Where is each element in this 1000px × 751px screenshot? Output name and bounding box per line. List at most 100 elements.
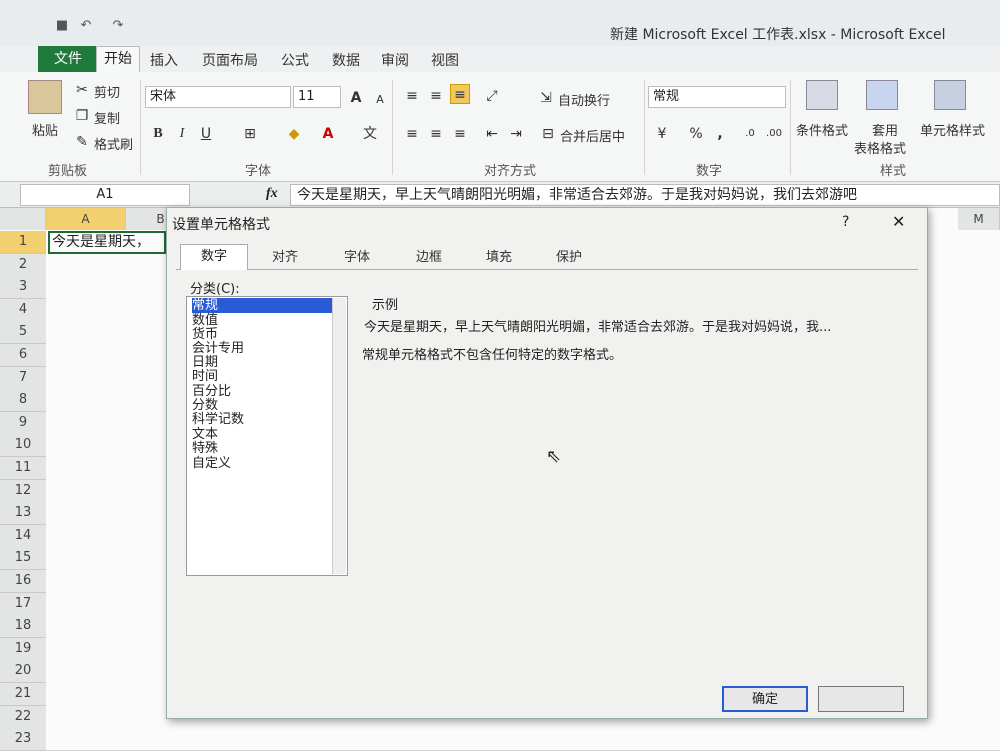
row-header[interactable]: 20 <box>0 660 46 684</box>
row-header[interactable]: 2 <box>0 253 46 277</box>
ok-button[interactable]: 确定 <box>722 686 808 712</box>
cell-styles-icon[interactable] <box>934 80 966 110</box>
cell-styles-button[interactable]: 单元格样式 <box>920 120 985 139</box>
row-header[interactable]: 22 <box>0 705 46 729</box>
tab-data[interactable]: 数据 <box>332 50 360 70</box>
category-accounting[interactable]: 会计专用 <box>192 341 332 356</box>
category-scientific[interactable]: 科学记数 <box>192 412 332 427</box>
category-date[interactable]: 日期 <box>192 355 332 370</box>
tab-alignment[interactable]: 对齐 <box>272 248 298 270</box>
row-header[interactable]: 15 <box>0 547 46 571</box>
font-name-select[interactable]: 宋体 <box>145 86 291 108</box>
category-time[interactable]: 时间 <box>192 369 332 384</box>
help-button[interactable]: ? <box>842 214 849 230</box>
category-fraction[interactable]: 分数 <box>192 398 332 413</box>
list-scrollbar[interactable] <box>332 298 346 574</box>
align-top-icon[interactable]: ≡ <box>402 86 422 106</box>
row-header[interactable]: 1 <box>0 231 46 254</box>
row-header[interactable]: 7 <box>0 366 46 390</box>
tab-fill[interactable]: 填充 <box>486 248 512 270</box>
percent-button[interactable]: % <box>686 124 706 144</box>
tab-font[interactable]: 字体 <box>344 248 370 270</box>
font-color-icon[interactable]: A <box>318 124 338 144</box>
grow-font-icon[interactable]: A <box>346 88 366 108</box>
cut-button[interactable]: 剪切 <box>94 82 120 101</box>
row-header[interactable]: 6 <box>0 344 46 367</box>
tab-formulas[interactable]: 公式 <box>281 50 309 70</box>
align-bottom-icon[interactable]: ≡ <box>450 84 470 104</box>
tab-file[interactable]: 文件 <box>38 46 98 72</box>
row-header[interactable]: 21 <box>0 683 46 706</box>
formula-input[interactable]: 今天是星期天，早上天气晴朗阳光明媚，非常适合去郊游。于是我对妈妈说，我们去郊游吧 <box>290 184 1000 206</box>
align-middle-icon[interactable]: ≡ <box>426 86 446 106</box>
comma-button[interactable]: , <box>710 124 730 144</box>
row-header[interactable]: 12 <box>0 479 46 503</box>
select-all-corner[interactable] <box>0 208 46 230</box>
border-icon[interactable]: ⊞ <box>240 124 260 144</box>
wrap-text-button[interactable]: 自动换行 <box>558 90 610 109</box>
decrease-decimal-icon[interactable]: .00 <box>764 124 784 144</box>
tab-border[interactable]: 边框 <box>416 248 442 270</box>
tab-protection[interactable]: 保护 <box>556 248 582 270</box>
cell-a1[interactable]: 今天是星期天， <box>48 231 166 254</box>
category-percentage[interactable]: 百分比 <box>192 384 332 399</box>
row-header[interactable]: 9 <box>0 411 46 435</box>
redo-icon[interactable]: ↷ <box>110 18 126 34</box>
function-icon[interactable]: fx <box>266 186 278 202</box>
bold-button[interactable]: B <box>148 124 168 144</box>
row-header[interactable]: 4 <box>0 298 46 322</box>
row-header[interactable]: 5 <box>0 321 46 345</box>
font-size-select[interactable]: 11 <box>293 86 341 108</box>
italic-button[interactable]: I <box>172 124 192 144</box>
fill-color-icon[interactable]: ◆ <box>284 124 304 144</box>
underline-button[interactable]: U <box>196 124 216 144</box>
name-box[interactable]: A1 <box>20 184 190 206</box>
row-header[interactable]: 23 <box>0 728 46 751</box>
column-header-m[interactable]: M <box>958 208 1000 230</box>
category-number[interactable]: 数值 <box>192 313 332 328</box>
conditional-format-button[interactable]: 条件格式 <box>796 120 848 139</box>
currency-icon[interactable]: ¥ <box>652 124 672 144</box>
phonetic-icon[interactable]: 文 <box>360 124 380 144</box>
category-currency[interactable]: 货币 <box>192 327 332 342</box>
category-special[interactable]: 特殊 <box>192 441 332 456</box>
row-header[interactable]: 17 <box>0 592 46 616</box>
row-header[interactable]: 8 <box>0 389 46 413</box>
decrease-indent-icon[interactable]: ⇤ <box>482 124 502 144</box>
save-icon[interactable]: ■ <box>54 18 70 34</box>
row-header[interactable]: 14 <box>0 524 46 548</box>
row-header[interactable]: 3 <box>0 276 46 300</box>
close-button[interactable]: ✕ <box>892 212 905 231</box>
column-header-a[interactable]: A <box>46 208 126 230</box>
conditional-format-icon[interactable] <box>806 80 838 110</box>
table-format-label-1[interactable]: 套用 <box>872 120 898 139</box>
tab-page-layout[interactable]: 页面布局 <box>202 50 258 70</box>
table-format-icon[interactable] <box>866 80 898 110</box>
row-header[interactable]: 11 <box>0 457 46 480</box>
orientation-icon[interactable]: ⤢ <box>482 86 502 106</box>
category-general[interactable]: 常规 <box>192 298 332 313</box>
tab-view[interactable]: 视图 <box>431 50 459 70</box>
category-text[interactable]: 文本 <box>192 427 332 442</box>
table-format-label-2[interactable]: 表格格式 <box>854 138 906 157</box>
row-header[interactable]: 13 <box>0 502 46 526</box>
category-custom[interactable]: 自定义 <box>192 456 332 471</box>
align-right-icon[interactable]: ≡ <box>450 124 470 144</box>
undo-icon[interactable]: ↶ <box>78 18 94 34</box>
format-painter-button[interactable]: 格式刷 <box>94 134 133 153</box>
row-header[interactable]: 18 <box>0 615 46 639</box>
paste-button[interactable]: 粘贴 <box>32 120 58 139</box>
tab-number[interactable]: 数字 <box>180 244 248 270</box>
align-left-icon[interactable]: ≡ <box>402 124 422 144</box>
align-center-icon[interactable]: ≡ <box>426 124 446 144</box>
tab-review[interactable]: 审阅 <box>381 50 409 70</box>
number-format-select[interactable]: 常规 <box>648 86 786 108</box>
shrink-font-icon[interactable]: A <box>370 90 390 110</box>
merge-center-button[interactable]: 合并后居中 <box>560 126 625 145</box>
row-header[interactable]: 19 <box>0 637 46 661</box>
increase-indent-icon[interactable]: ⇥ <box>506 124 526 144</box>
row-header[interactable]: 16 <box>0 570 46 593</box>
tab-home[interactable]: 开始 <box>96 46 140 72</box>
cancel-button[interactable] <box>818 686 904 712</box>
row-header[interactable]: 10 <box>0 434 46 458</box>
